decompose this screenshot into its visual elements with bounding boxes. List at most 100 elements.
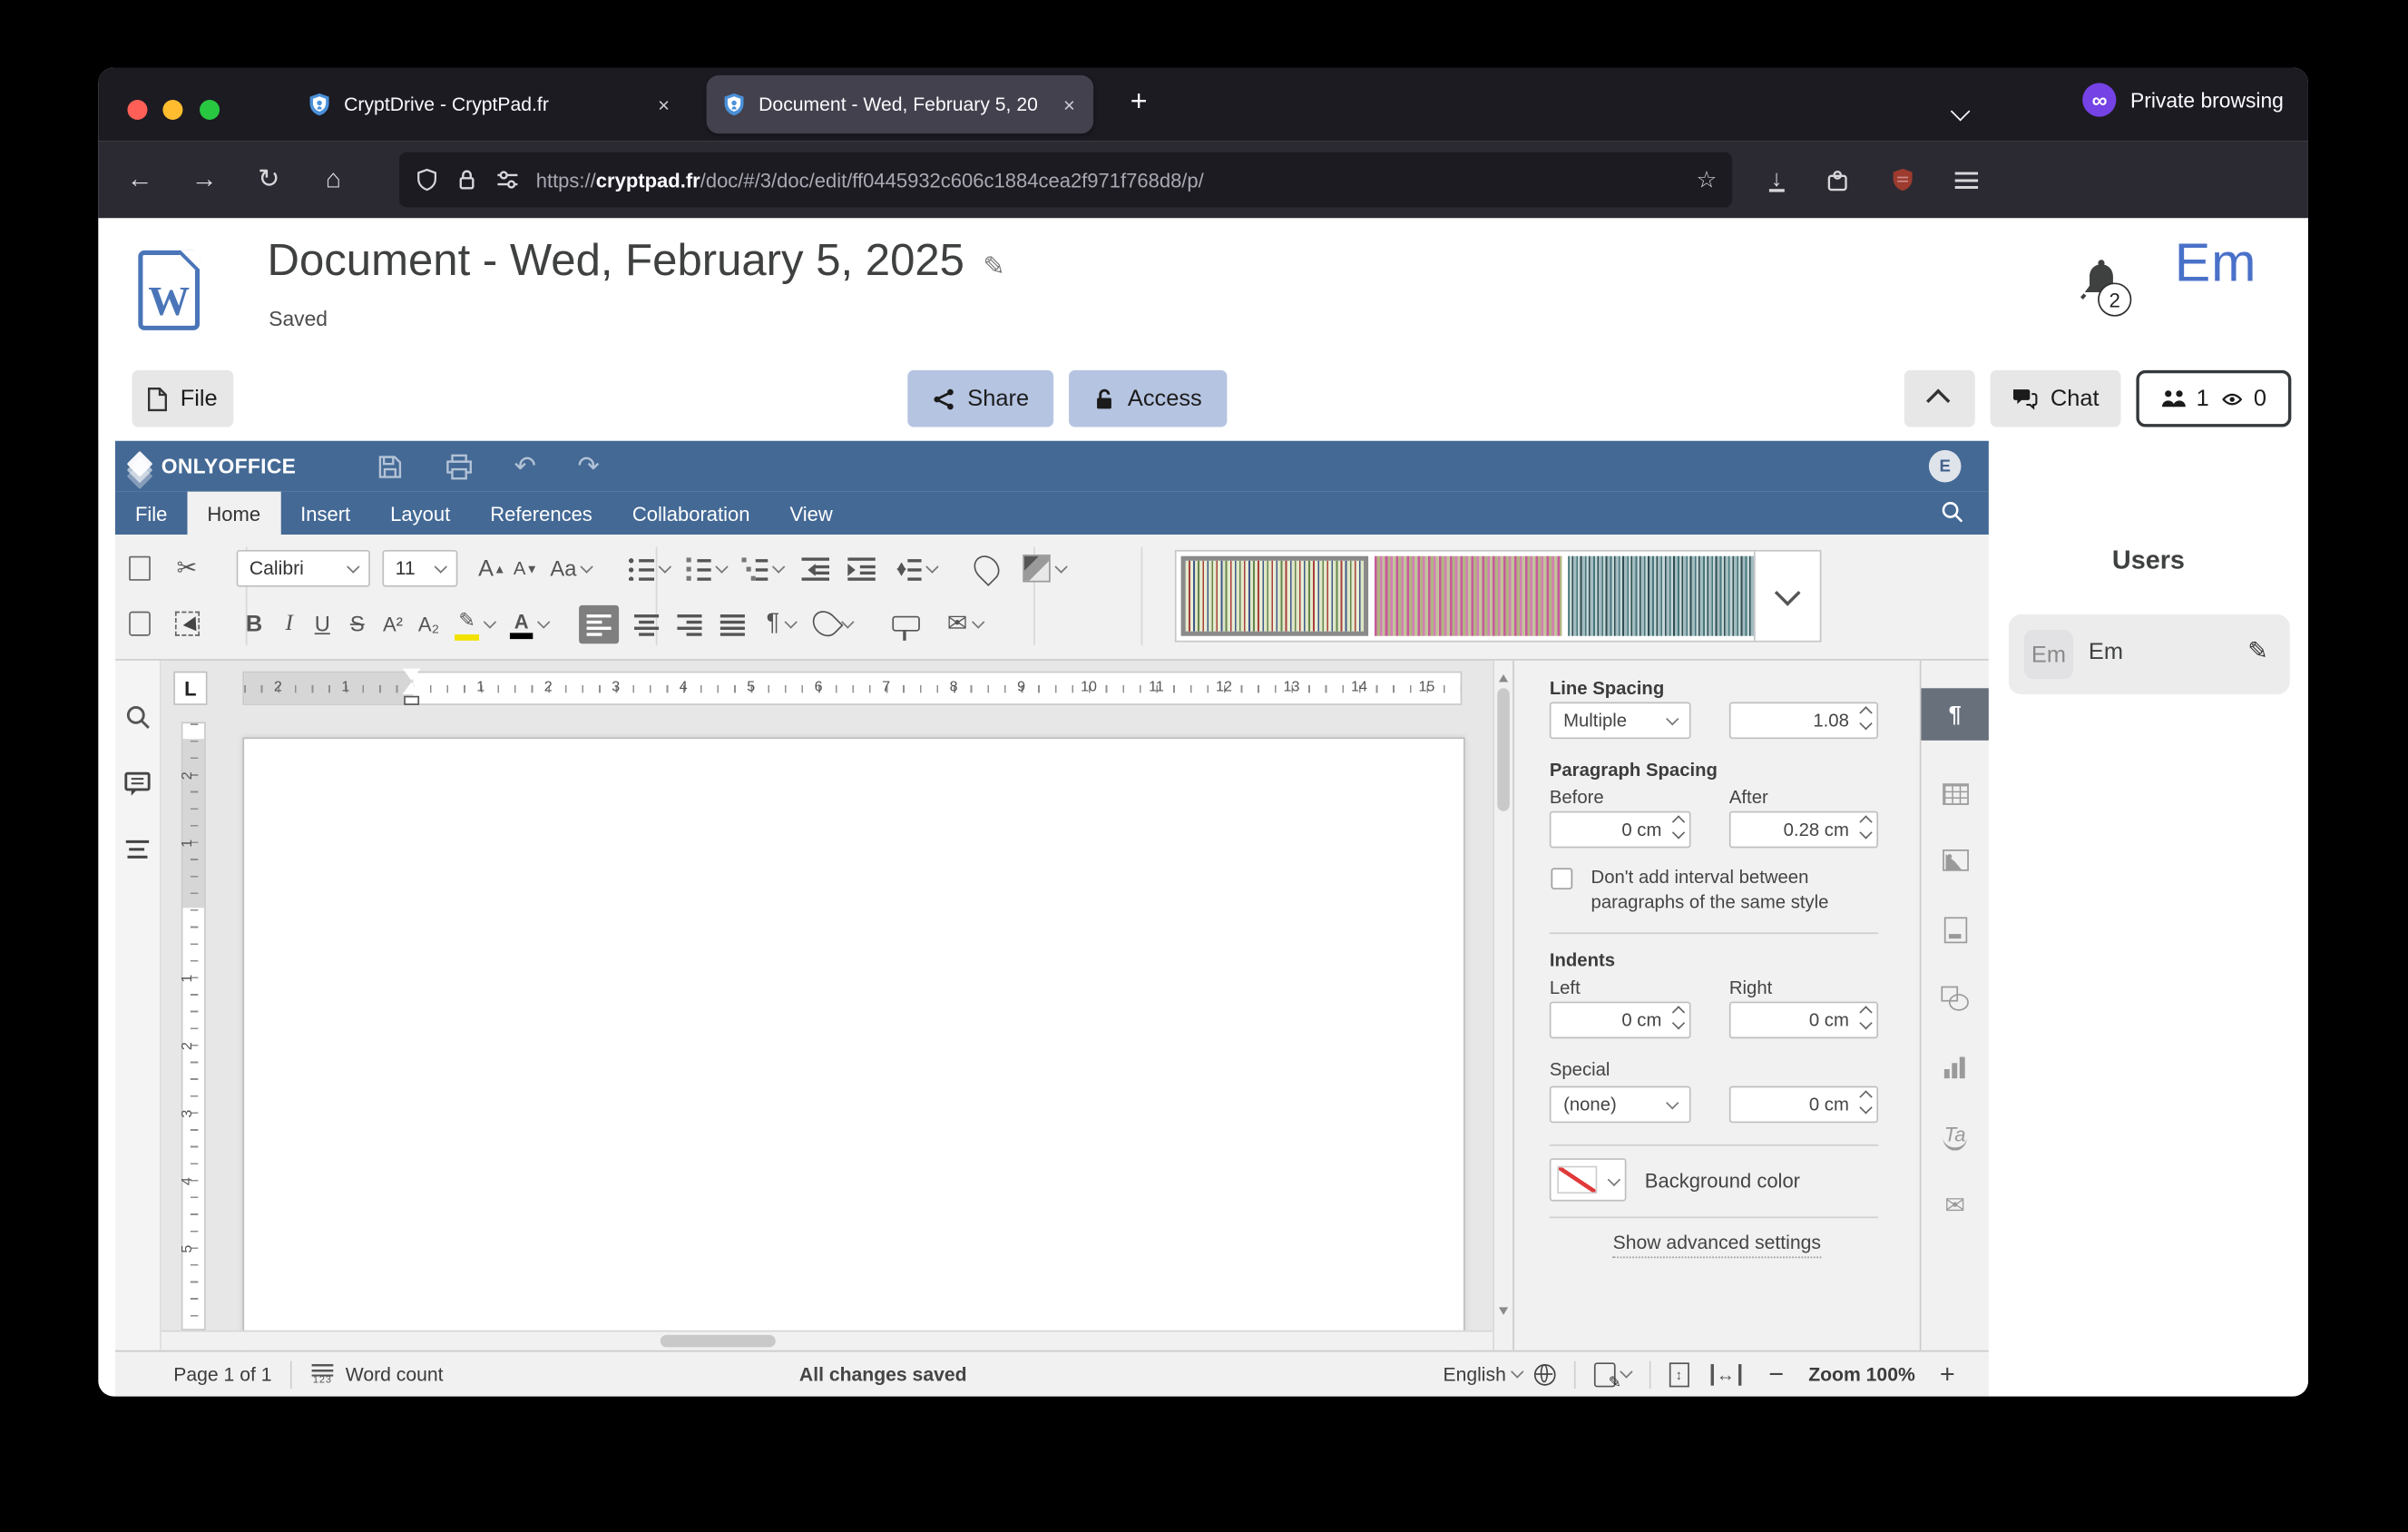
copy-icon[interactable] (129, 556, 151, 581)
spacing-before-input[interactable]: 0 cm (1550, 811, 1691, 849)
forward-button[interactable]: → (181, 164, 228, 195)
account-avatar[interactable]: Em (2175, 233, 2257, 295)
mail-merge-tab[interactable]: ✉ (1921, 1180, 1988, 1232)
browser-tab-cryptdrive[interactable]: CryptDrive - CryptPad.fr × (292, 75, 689, 133)
track-changes-icon[interactable] (1593, 1361, 1615, 1386)
edit-user-name-icon[interactable]: ✎ (2247, 636, 2268, 667)
header-footer-settings-tab[interactable] (1921, 903, 1988, 956)
browser-tab-document[interactable]: Document - Wed, February 5, 20 × (707, 75, 1094, 133)
chat-button[interactable]: Chat (1991, 370, 2121, 427)
menu-icon[interactable] (1954, 172, 1977, 189)
lock-icon[interactable] (455, 167, 479, 192)
collapse-toolbar-button[interactable] (1904, 370, 1975, 427)
bullet-list-icon[interactable] (629, 557, 671, 580)
url-bar[interactable]: https://cryptpad.fr/doc/#/3/doc/edit/ff0… (399, 152, 1732, 208)
print-icon[interactable] (445, 452, 472, 479)
word-count-button[interactable]: Word count (346, 1363, 444, 1385)
image-settings-tab[interactable] (1921, 834, 1988, 887)
highlight-color-button[interactable]: ✎ (455, 607, 479, 640)
strikethrough-button[interactable]: S (350, 612, 365, 636)
collaborator-avatar[interactable]: E (1929, 450, 1962, 483)
vertical-scroll-thumb[interactable] (1497, 688, 1510, 810)
window-zoom-button[interactable] (200, 100, 220, 120)
back-button[interactable]: ← (117, 164, 163, 195)
superscript-button[interactable]: A² (383, 613, 403, 635)
search-icon[interactable] (124, 703, 152, 731)
align-left-button[interactable] (579, 604, 619, 643)
font-color-button[interactable]: A (510, 609, 533, 638)
textart-settings-tab[interactable]: Ta (1921, 1111, 1988, 1164)
decrease-font-icon[interactable]: A▼ (514, 557, 538, 579)
font-name-select[interactable]: Calibri (237, 550, 370, 587)
line-spacing-icon[interactable] (895, 557, 937, 580)
multilevel-list-icon[interactable] (742, 557, 784, 580)
edit-title-icon[interactable]: ✎ (983, 252, 1004, 281)
spacing-after-input[interactable]: 0.28 cm (1729, 811, 1878, 849)
scroll-up-arrow[interactable] (1499, 670, 1508, 683)
line-spacing-select[interactable]: Multiple (1550, 702, 1691, 740)
chart-settings-tab[interactable] (1921, 1042, 1988, 1095)
style-swatch-selected[interactable] (1181, 556, 1368, 636)
shape-settings-tab[interactable] (1921, 972, 1988, 1025)
shield-icon[interactable] (415, 167, 439, 192)
italic-button[interactable]: I (286, 611, 293, 637)
fit-width-icon[interactable]: ↔ (1710, 1363, 1741, 1385)
table-settings-tab[interactable] (1921, 768, 1988, 820)
vertical-scrollbar[interactable] (1493, 661, 1512, 1350)
subscript-button[interactable]: A₂ (418, 613, 439, 635)
tab-close-icon[interactable]: × (1061, 93, 1079, 115)
mail-merge-icon[interactable]: ✉ (947, 608, 968, 639)
menu-tab-references[interactable]: References (470, 492, 612, 535)
editor-search-icon[interactable] (1940, 499, 1964, 524)
paragraph-shading-icon[interactable] (1023, 555, 1066, 582)
menu-tab-home[interactable]: Home (187, 492, 280, 535)
left-indent-marker[interactable] (404, 696, 419, 705)
access-button[interactable]: Access (1069, 370, 1227, 427)
window-close-button[interactable] (127, 100, 147, 120)
paste-icon[interactable] (129, 612, 151, 636)
share-button[interactable]: Share (907, 370, 1053, 427)
bookmark-star-icon[interactable]: ☆ (1697, 166, 1718, 193)
save-icon[interactable] (376, 452, 403, 479)
menu-tab-view[interactable]: View (769, 492, 852, 535)
ublock-icon[interactable] (1890, 167, 1914, 192)
window-minimize-button[interactable] (162, 100, 182, 120)
horizontal-scrollbar[interactable] (162, 1331, 1493, 1350)
bold-button[interactable]: B (246, 611, 262, 637)
fit-page-icon[interactable]: ↕ (1669, 1361, 1689, 1386)
tab-stop-selector[interactable]: L (173, 672, 207, 705)
spellcheck-globe-icon[interactable] (1533, 1363, 1555, 1385)
tab-close-icon[interactable]: × (655, 93, 673, 115)
home-button[interactable]: ⌂ (310, 164, 357, 195)
justify-button[interactable] (720, 613, 745, 635)
zoom-out-button[interactable]: − (1759, 1359, 1793, 1390)
style-swatch[interactable] (1568, 556, 1755, 636)
scroll-down-arrow[interactable] (1499, 1307, 1508, 1320)
decrease-indent-icon[interactable] (802, 557, 829, 580)
indent-right-input[interactable]: 0 cm (1729, 1002, 1878, 1039)
extensions-icon[interactable] (1824, 167, 1850, 193)
online-users-indicator[interactable]: 1 0 (2136, 370, 2291, 427)
align-right-button[interactable] (677, 613, 701, 635)
menu-tab-collaboration[interactable]: Collaboration (612, 492, 770, 535)
paragraph-marks-icon[interactable]: ¶ (767, 610, 780, 637)
permissions-icon[interactable] (494, 167, 521, 192)
change-case-icon[interactable]: Aa (550, 556, 592, 581)
special-value-input[interactable]: 0 cm (1729, 1086, 1878, 1124)
shading-bucket-icon[interactable] (813, 610, 851, 637)
undo-icon[interactable]: ↶ (514, 453, 536, 479)
line-spacing-value[interactable]: 1.08 (1729, 702, 1878, 740)
advanced-settings-link[interactable]: Show advanced settings (1514, 1232, 1920, 1253)
paragraph-settings-tab[interactable]: ¶ (1921, 688, 1988, 741)
menu-tab-file[interactable]: File (115, 492, 187, 535)
increase-indent-icon[interactable] (848, 557, 876, 580)
comments-icon[interactable] (124, 771, 152, 798)
background-color-swatch[interactable] (1550, 1158, 1627, 1201)
style-swatch[interactable] (1375, 556, 1561, 636)
align-center-button[interactable] (634, 613, 659, 635)
clear-style-icon[interactable] (975, 555, 998, 582)
select-all-icon[interactable] (175, 612, 200, 636)
redo-icon[interactable]: ↷ (577, 453, 599, 479)
zoom-in-button[interactable]: + (1931, 1359, 1964, 1390)
navigation-icon[interactable] (124, 839, 151, 859)
